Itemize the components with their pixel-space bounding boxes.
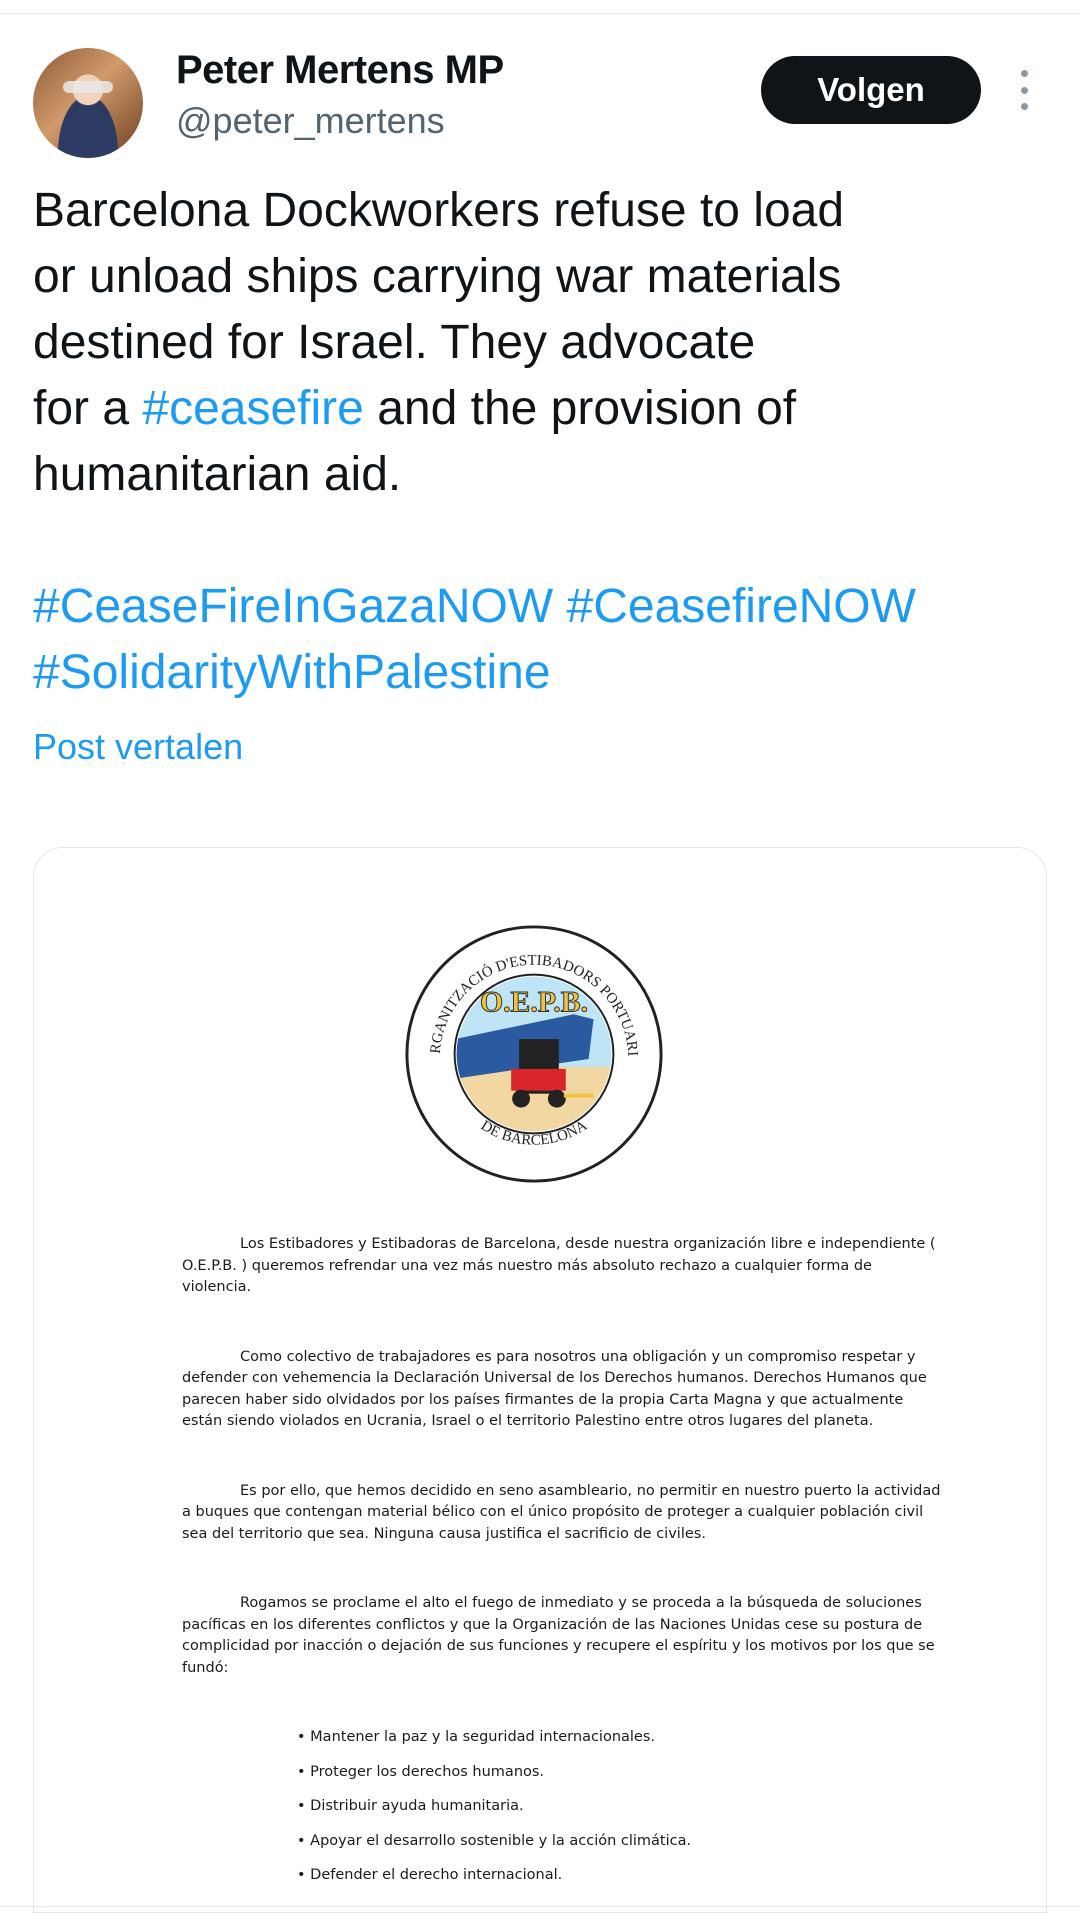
author-display-name[interactable]: Peter Mertens MP	[176, 48, 504, 93]
document-bullet: Apoyar el desarrollo sostenible y la acc…	[297, 1831, 942, 1853]
hashtag-link[interactable]: #SolidarityWithPalestine	[33, 646, 551, 699]
document-paragraph: Los Estibadores y Estibadoras de Barcelo…	[182, 1236, 936, 1295]
follow-button[interactable]: Volgen	[761, 56, 981, 124]
tweet-line: Barcelona Dockworkers refuse to load	[33, 184, 845, 237]
document-paragraph: Rogamos se proclame el alto el fuego de …	[182, 1595, 935, 1676]
bottom-divider	[0, 1906, 1080, 1907]
hashtag-block: #CeaseFireInGazaNOW #CeasefireNOW #Solid…	[33, 574, 916, 706]
document-bullet-list: Mantener la paz y la seguridad internaci…	[182, 1727, 942, 1887]
document-bullet: Proteger los derechos humanos.	[297, 1762, 942, 1784]
hashtag-link[interactable]: #CeasefireNOW	[567, 580, 916, 633]
avatar[interactable]	[33, 48, 143, 158]
document-bullet: Distribuir ayuda humanitaria.	[297, 1796, 942, 1818]
oepb-logo-seal: O.E.P.B. ORGANITZACIÓ D'ESTIBADORS PORTU…	[400, 920, 663, 1183]
hashtag-link[interactable]: #ceasefire	[142, 382, 363, 435]
document-paragraph: Es por ello, que hemos decidido en seno …	[182, 1482, 941, 1542]
statement-document: Los Estibadores y Estibadoras de Barcelo…	[182, 1234, 942, 1900]
document-paragraph: Como colectivo de trabajadores es para n…	[182, 1348, 927, 1430]
tweet-line: destined for Israel. They advocate	[33, 316, 756, 369]
tweet-line: for a #ceasefire and the provision of	[33, 376, 1033, 442]
tweet-text-fragment: and the provision of	[363, 382, 797, 435]
media-image-card[interactable]: O.E.P.B. ORGANITZACIÓ D'ESTIBADORS PORTU…	[33, 847, 1047, 1913]
tweet-text-fragment: for a	[33, 382, 143, 435]
tweet-line: or unload ships carrying war materials	[33, 250, 842, 303]
tweet-line: humanitarian aid.	[33, 448, 402, 501]
translate-post-link[interactable]: Post vertalen	[33, 726, 243, 768]
hashtag-link[interactable]: #CeaseFireInGazaNOW	[33, 580, 553, 633]
logo-center-text: O.E.P.B.	[480, 985, 588, 1018]
author-handle[interactable]: @peter_mertens	[176, 100, 445, 142]
more-vertical-icon[interactable]	[1012, 70, 1036, 110]
tweet-text: Barcelona Dockworkers refuse to load or …	[33, 178, 1033, 508]
document-bullet: Defender el derecho internacional.	[297, 1865, 942, 1887]
document-bullet: Mantener la paz y la seguridad internaci…	[297, 1727, 942, 1749]
top-divider	[0, 0, 1080, 14]
